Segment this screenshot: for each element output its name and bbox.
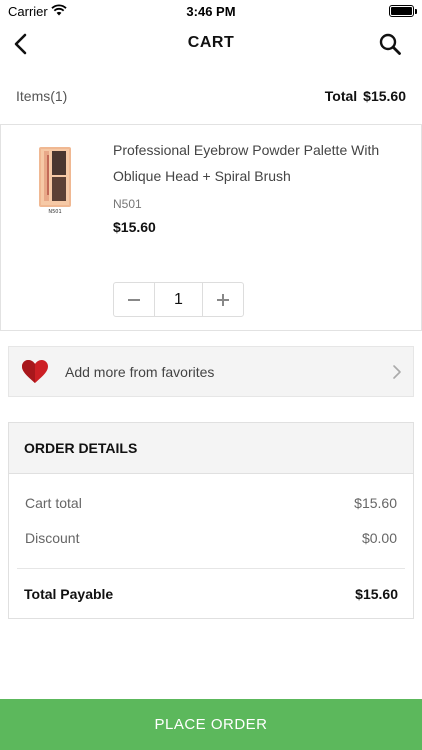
product-sku: N501 [113, 197, 142, 211]
product-image[interactable]: N501 [35, 145, 75, 215]
discount-row: Discount $0.00 [25, 530, 397, 546]
place-order-button[interactable]: PLACE ORDER [0, 699, 422, 750]
divider [17, 568, 405, 569]
product-name[interactable]: Professional Eyebrow Powder Palette With… [113, 137, 417, 189]
total-value: $15.60 [363, 88, 406, 104]
page-title: CART [187, 34, 235, 51]
cart-item-card: N501 Professional Eyebrow Powder Palette… [0, 124, 422, 331]
cart-summary: Items(1) Total $15.60 [0, 76, 422, 118]
cart-total-row: Cart total $15.60 [25, 495, 397, 511]
heart-icon [22, 360, 48, 383]
order-details-card: ORDER DETAILS Cart total $15.60 Discount… [8, 422, 414, 619]
total-payable-label: Total Payable [24, 586, 114, 602]
cart-total-label: Cart total [25, 495, 82, 511]
product-price: $15.60 [113, 219, 156, 235]
order-details-title: ORDER DETAILS [24, 440, 138, 456]
items-count: Items(1) [16, 88, 68, 104]
svg-text:N501: N501 [48, 209, 61, 215]
nav-bar: CART [0, 22, 422, 66]
status-time: 3:46 PM [186, 4, 236, 19]
total-payable-row: Total Payable $15.60 [24, 586, 398, 602]
discount-label: Discount [25, 530, 80, 546]
decrement-button[interactable] [114, 283, 154, 316]
minus-icon [128, 298, 140, 301]
add-from-favorites[interactable]: Add more from favorites [8, 346, 414, 397]
quantity-value[interactable]: 1 [154, 283, 203, 316]
total-label: Total [324, 88, 358, 104]
status-bar: Carrier 3:46 PM [0, 0, 422, 22]
plus-icon [217, 293, 229, 306]
summary-total: Total $15.60 [325, 88, 406, 104]
discount-value: $0.00 [361, 530, 397, 546]
increment-button[interactable] [203, 283, 243, 316]
search-icon[interactable] [378, 32, 402, 56]
favorites-label: Add more from favorites [65, 364, 215, 380]
quantity-stepper: 1 [113, 282, 244, 317]
total-payable-value: $15.60 [355, 586, 398, 602]
cart-total-value: $15.60 [354, 495, 397, 511]
battery-icon [389, 5, 417, 17]
chevron-right-icon [393, 365, 401, 379]
order-details-header: ORDER DETAILS [9, 423, 413, 474]
